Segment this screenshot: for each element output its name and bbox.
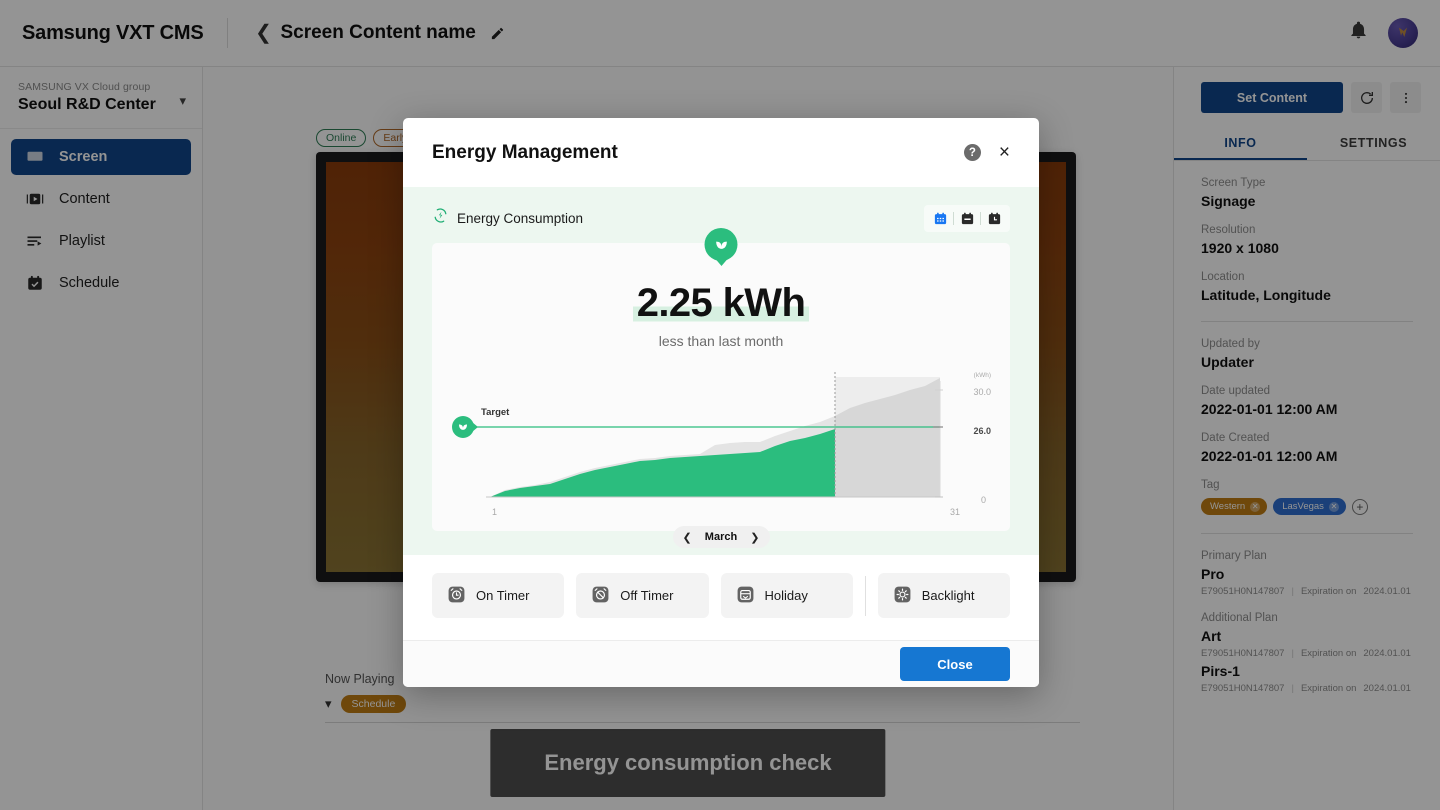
target-pin-icon <box>452 416 474 438</box>
projection-region <box>835 377 940 497</box>
energy-subtext: less than last month <box>432 333 1010 349</box>
modal-header: Energy Management ? × <box>403 118 1039 187</box>
quick-button-label: Holiday <box>765 588 808 603</box>
close-icon[interactable]: × <box>999 143 1010 162</box>
chevron-right-icon[interactable]: ❯ <box>750 531 759 544</box>
energy-consumption-title: Energy Consumption <box>457 211 583 226</box>
holiday-button[interactable]: Holiday <box>721 573 853 618</box>
quick-settings-row: On Timer Off Timer Holiday Backlight <box>403 555 1039 641</box>
modal-footer: Close <box>403 641 1039 687</box>
y-axis-unit: (kWh) <box>974 372 991 379</box>
leaf-icon <box>705 228 738 261</box>
eco-energy-icon <box>432 207 449 229</box>
range-switch <box>924 205 1010 232</box>
quick-button-label: Off Timer <box>620 588 673 603</box>
energy-chart: Target (kWh) 30.0 26.0 0 1 31 <box>450 367 992 512</box>
backlight-button[interactable]: Backlight <box>878 573 1010 618</box>
clock-icon[interactable] <box>981 208 1007 229</box>
calendar-month-icon[interactable] <box>927 208 953 229</box>
energy-value-wrap: 2.25 kWh <box>432 281 1010 326</box>
energy-area-chart <box>450 367 990 502</box>
x-tick-label-last: 31 <box>950 507 960 517</box>
energy-management-modal: Energy Management ? × Energy Consumption <box>403 118 1039 687</box>
y-tick-label-0: 0 <box>981 495 986 505</box>
energy-chart-card: 2.25 kWh less than last month <box>432 243 1010 531</box>
on-timer-icon <box>447 585 466 607</box>
off-timer-icon <box>591 585 610 607</box>
help-icon[interactable]: ? <box>964 144 981 161</box>
holiday-calendar-icon <box>736 585 755 607</box>
month-navigator: ❮ March ❯ <box>673 526 770 548</box>
backlight-icon <box>893 585 912 607</box>
chevron-left-icon[interactable]: ❮ <box>683 531 692 544</box>
month-label: March <box>705 531 737 543</box>
calendar-day-icon[interactable] <box>954 208 980 229</box>
off-timer-button[interactable]: Off Timer <box>576 573 708 618</box>
on-timer-button[interactable]: On Timer <box>432 573 564 618</box>
energy-consumption-section: Energy Consumption <box>403 187 1039 555</box>
y-tick-label-26: 26.0 <box>973 426 991 436</box>
x-tick-label-first: 1 <box>492 507 497 517</box>
target-label: Target <box>481 407 509 418</box>
quick-button-label: On Timer <box>476 588 529 603</box>
close-button[interactable]: Close <box>900 647 1010 681</box>
modal-title: Energy Management <box>432 142 618 164</box>
quick-button-label: Backlight <box>922 588 975 603</box>
energy-value: 2.25 kWh <box>633 281 810 325</box>
y-tick-label-30: 30.0 <box>973 387 991 397</box>
quick-row-divider <box>865 576 866 616</box>
